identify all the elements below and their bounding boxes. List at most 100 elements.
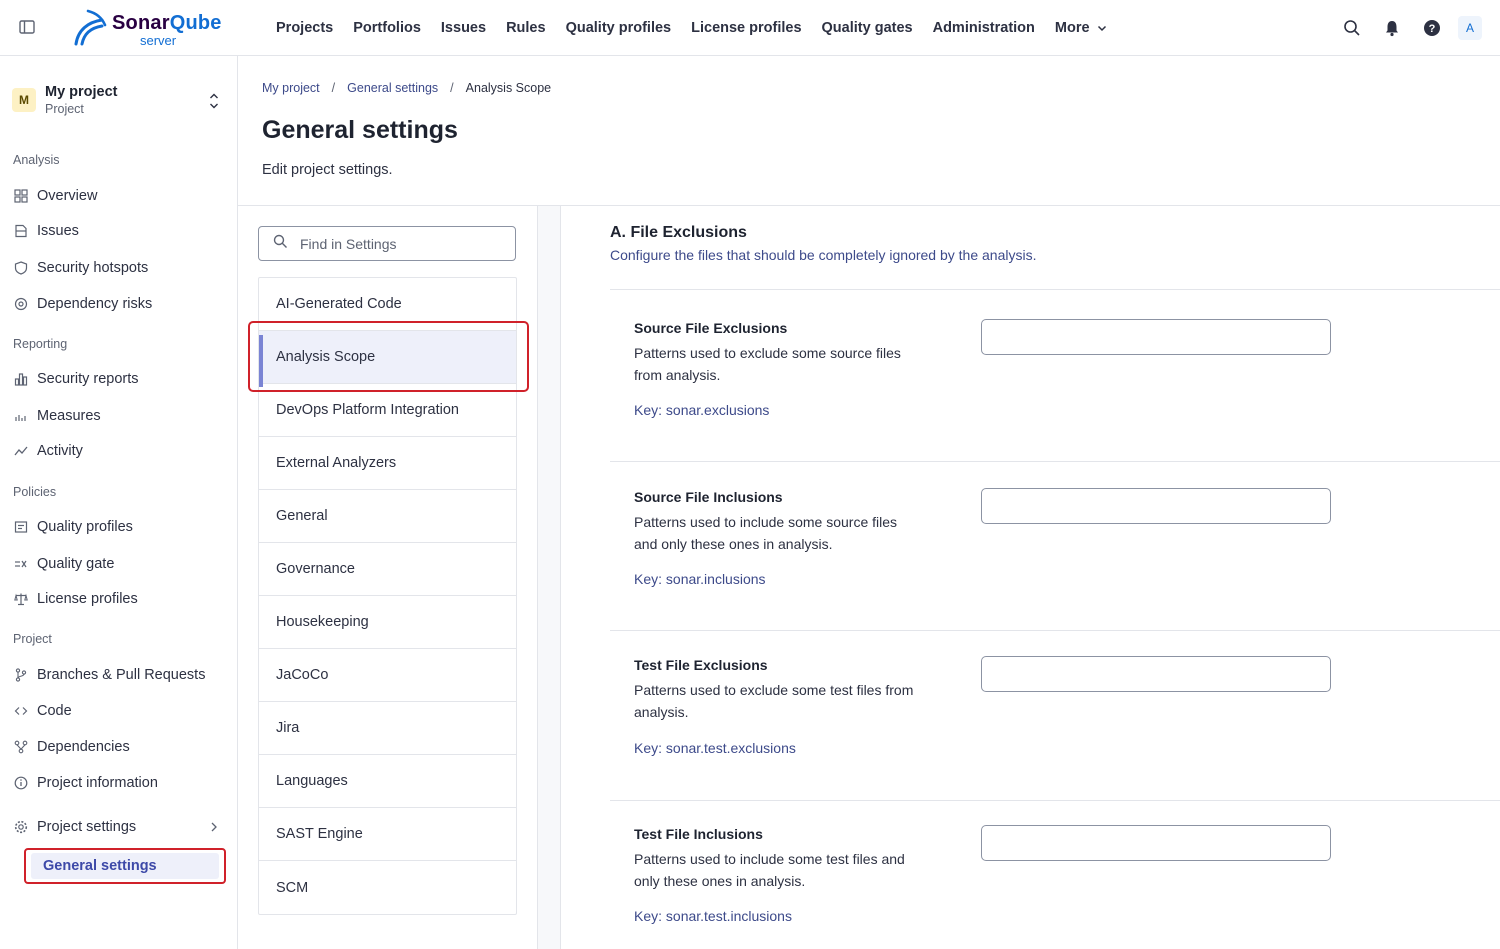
nav-quality-profiles[interactable]: Quality profiles <box>556 20 682 36</box>
project-sidebar: M My project Project Analysis Overview I… <box>0 56 238 949</box>
nav-portfolios[interactable]: Portfolios <box>343 20 431 36</box>
settings-search <box>258 226 516 261</box>
setting-description-line: only these ones in analysis. <box>634 872 806 889</box>
sidebar-item-code[interactable]: Code <box>13 700 72 722</box>
sonarqube-logo[interactable]: SonarQube server <box>72 8 222 51</box>
sidebar-item-label: Overview <box>37 188 98 204</box>
project-avatar: M <box>12 88 36 112</box>
settings-panel: A. File Exclusions Configure the files t… <box>561 206 1500 949</box>
setting-description-line: from analysis. <box>634 366 721 383</box>
category-housekeeping[interactable]: Housekeeping <box>259 596 516 649</box>
nav-license-profiles[interactable]: License profiles <box>681 20 811 36</box>
category-scm[interactable]: SCM <box>259 861 516 914</box>
sidebar-item-general-settings[interactable]: General settings <box>24 848 226 884</box>
sidebar-item-label: Measures <box>37 408 101 424</box>
category-general[interactable]: General <box>259 490 516 543</box>
sidebar-item-license-profiles[interactable]: License profiles <box>13 588 138 610</box>
category-devops-platform-integration[interactable]: DevOps Platform Integration <box>259 384 516 437</box>
nav-more[interactable]: More <box>1045 20 1118 36</box>
sidebar-item-security-reports[interactable]: Security reports <box>13 368 139 390</box>
sidebar-item-label: Activity <box>37 443 83 459</box>
project-type: Project <box>45 102 84 116</box>
category-languages[interactable]: Languages <box>259 755 516 808</box>
setting-key: Key: sonar.test.exclusions <box>634 740 796 756</box>
breadcrumb-project[interactable]: My project <box>262 81 320 95</box>
search-icon <box>273 234 288 254</box>
category-external-analyzers[interactable]: External Analyzers <box>259 437 516 490</box>
sidebar-item-issues[interactable]: Issues <box>13 220 79 242</box>
sidebar-item-label: Security hotspots <box>37 260 149 276</box>
settings-category-list: AI-Generated Code Analysis Scope DevOps … <box>258 277 517 915</box>
issues-icon <box>13 223 29 239</box>
setting-source-file-exclusions: Source File Exclusions Patterns used to … <box>610 289 1500 461</box>
source-file-inclusions-input[interactable] <box>981 488 1331 524</box>
setting-key: Key: sonar.test.inclusions <box>634 908 792 924</box>
nav-rules[interactable]: Rules <box>496 20 556 36</box>
breadcrumb-separator: / <box>331 81 336 95</box>
grid-icon <box>13 188 29 204</box>
category-jacoco[interactable]: JaCoCo <box>259 649 516 702</box>
sidebar-item-measures[interactable]: Measures <box>13 405 101 427</box>
category-governance[interactable]: Governance <box>259 543 516 596</box>
category-sast-engine[interactable]: SAST Engine <box>259 808 516 861</box>
bell-icon[interactable] <box>1378 14 1406 42</box>
sidebar-item-dependency-risks[interactable]: Dependency risks <box>13 293 152 315</box>
category-analysis-scope[interactable]: Analysis Scope <box>259 331 516 387</box>
sidebar-item-project-information[interactable]: Project information <box>13 772 158 794</box>
sidebar-item-activity[interactable]: Activity <box>13 440 83 462</box>
sidebar-item-security-hotspots[interactable]: Security hotspots <box>13 257 148 279</box>
sidebar-item-label: Branches & Pull Requests <box>37 667 206 683</box>
sidebar-item-label: Project settings <box>37 819 137 835</box>
sidebar-toggle-icon[interactable] <box>18 18 36 36</box>
info-icon <box>13 775 29 791</box>
sidebar-item-label: Quality gate <box>37 556 115 572</box>
setting-source-file-inclusions: Source File Inclusions Patterns used to … <box>610 461 1500 630</box>
project-switcher[interactable]: M My project Project <box>12 80 226 120</box>
sidebar-item-project-settings[interactable]: Project settings <box>13 816 227 838</box>
sidebar-item-branches[interactable]: Branches & Pull Requests <box>13 664 205 686</box>
top-actions: ? A <box>1326 14 1482 42</box>
bar-chart-icon <box>13 371 29 387</box>
nav-administration[interactable]: Administration <box>923 20 1045 36</box>
breadcrumb-general-settings[interactable]: General settings <box>347 81 438 95</box>
dependency-risk-icon <box>13 296 29 312</box>
setting-description: Patterns used to exclude some test files… <box>634 680 934 723</box>
source-file-exclusions-input[interactable] <box>981 319 1331 355</box>
breadcrumb-current: Analysis Scope <box>465 81 552 95</box>
sidebar-item-label: License profiles <box>37 591 138 607</box>
sidebar-item-quality-gate[interactable]: Quality gate <box>13 553 114 575</box>
nav-projects[interactable]: Projects <box>266 20 343 36</box>
measures-icon <box>13 408 29 424</box>
sidebar-item-label: Project information <box>37 775 158 791</box>
sidebar-item-label: General settings <box>43 858 157 874</box>
help-icon[interactable]: ? <box>1418 14 1446 42</box>
user-avatar[interactable]: A <box>1458 16 1482 40</box>
sidebar-item-dependencies[interactable]: Dependencies <box>13 736 130 758</box>
chevron-down-icon <box>1097 25 1106 32</box>
test-file-inclusions-input[interactable] <box>981 825 1331 861</box>
breadcrumb-separator: / <box>450 81 454 95</box>
test-file-exclusions-input[interactable] <box>981 656 1331 692</box>
nav-quality-gates[interactable]: Quality gates <box>812 20 923 36</box>
gear-icon <box>13 819 29 835</box>
branch-icon <box>13 667 29 683</box>
section-description: Configure the files that should be compl… <box>610 247 1037 263</box>
setting-name: Source File Inclusions <box>634 489 783 505</box>
category-ai-generated-code[interactable]: AI-Generated Code <box>259 278 516 331</box>
setting-description: Patterns used to exclude some source fil… <box>634 343 934 386</box>
settings-search-input[interactable] <box>300 235 500 252</box>
logo-sub-text: server <box>140 32 177 48</box>
category-jira[interactable]: Jira <box>259 702 516 755</box>
setting-name: Test File Exclusions <box>634 657 768 673</box>
setting-key: Key: sonar.inclusions <box>634 571 766 587</box>
scale-icon <box>13 591 29 607</box>
setting-test-file-inclusions: Test File Inclusions Patterns used to in… <box>610 800 1500 949</box>
nav-issues[interactable]: Issues <box>431 20 496 36</box>
sidebar-item-overview[interactable]: Overview <box>13 185 97 207</box>
breadcrumb: My project / General settings / Analysis… <box>262 81 551 95</box>
search-icon[interactable] <box>1338 14 1366 42</box>
sidebar-item-label: Issues <box>37 223 79 239</box>
sidebar-item-label: Security reports <box>37 371 139 387</box>
sidebar-item-quality-profiles[interactable]: Quality profiles <box>13 516 133 538</box>
sidebar-item-label: Quality profiles <box>37 519 133 535</box>
